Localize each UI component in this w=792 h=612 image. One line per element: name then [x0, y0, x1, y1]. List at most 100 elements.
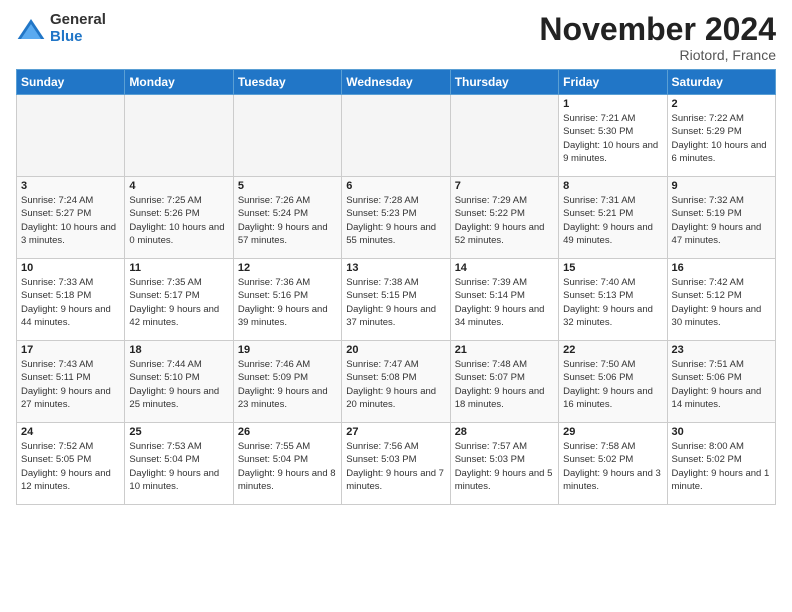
day-number: 9: [672, 180, 771, 192]
day-number: 1: [563, 98, 662, 110]
calendar-day-cell: 15 Sunrise: 7:40 AMSunset: 5:13 PMDayligh…: [559, 259, 667, 341]
calendar-day-cell: 20 Sunrise: 7:47 AMSunset: 5:08 PMDayligh…: [342, 341, 450, 423]
day-info: Sunrise: 7:35 AMSunset: 5:17 PMDaylight:…: [129, 276, 228, 329]
day-number: 24: [21, 426, 120, 438]
calendar-day-cell: 6 Sunrise: 7:28 AMSunset: 5:23 PMDaylight…: [342, 177, 450, 259]
calendar-day-cell: [342, 95, 450, 177]
day-number: 10: [21, 262, 120, 274]
day-number: 26: [238, 426, 337, 438]
calendar-day-cell: 28 Sunrise: 7:57 AMSunset: 5:03 PMDayligh…: [450, 423, 558, 505]
day-info: Sunrise: 7:32 AMSunset: 5:19 PMDaylight:…: [672, 194, 771, 247]
day-info: Sunrise: 7:43 AMSunset: 5:11 PMDaylight:…: [21, 358, 120, 411]
day-info: Sunrise: 7:48 AMSunset: 5:07 PMDaylight:…: [455, 358, 554, 411]
calendar-week-row: 1 Sunrise: 7:21 AMSunset: 5:30 PMDaylight…: [17, 95, 776, 177]
day-number: 22: [563, 344, 662, 356]
day-info: Sunrise: 7:52 AMSunset: 5:05 PMDaylight:…: [21, 440, 120, 493]
calendar-day-cell: [233, 95, 341, 177]
day-info: Sunrise: 7:55 AMSunset: 5:04 PMDaylight:…: [238, 440, 337, 493]
calendar-week-row: 17Sunrise: 7:43 AMSunset: 5:11 PMDayligh…: [17, 341, 776, 423]
day-info: Sunrise: 7:38 AMSunset: 5:15 PMDaylight:…: [346, 276, 445, 329]
calendar-week-row: 24 Sunrise: 7:52 AMSunset: 5:05 PMDayligh…: [17, 423, 776, 505]
day-number: 27: [346, 426, 445, 438]
day-number: 3: [21, 180, 120, 192]
day-number: 20: [346, 344, 445, 356]
calendar-day-cell: [125, 95, 233, 177]
calendar-day-cell: 22 Sunrise: 7:50 AMSunset: 5:06 PMDayligh…: [559, 341, 667, 423]
calendar-day-cell: 10 Sunrise: 7:33 AMSunset: 5:18 PMDayligh…: [17, 259, 125, 341]
calendar-header-friday: Friday: [559, 70, 667, 95]
calendar-day-cell: 13 Sunrise: 7:38 AMSunset: 5:15 PMDayligh…: [342, 259, 450, 341]
main-container: General Blue November 2024 Riotord, Fran…: [0, 0, 792, 513]
day-number: 12: [238, 262, 337, 274]
calendar-day-cell: 5Sunrise: 7:26 AMSunset: 5:24 PMDaylight…: [233, 177, 341, 259]
calendar-day-cell: 12 Sunrise: 7:36 AMSunset: 5:16 PMDayligh…: [233, 259, 341, 341]
day-number: 4: [129, 180, 228, 192]
calendar-day-cell: [450, 95, 558, 177]
day-number: 30: [672, 426, 771, 438]
day-info: Sunrise: 7:58 AMSunset: 5:02 PMDaylight:…: [563, 440, 662, 493]
day-info: Sunrise: 7:26 AMSunset: 5:24 PMDaylight:…: [238, 194, 337, 247]
day-info: Sunrise: 7:47 AMSunset: 5:08 PMDaylight:…: [346, 358, 445, 411]
day-number: 7: [455, 180, 554, 192]
logo-text: General Blue: [50, 12, 106, 45]
calendar-day-cell: 17Sunrise: 7:43 AMSunset: 5:11 PMDayligh…: [17, 341, 125, 423]
month-title: November 2024: [539, 12, 776, 47]
day-info: Sunrise: 7:22 AMSunset: 5:29 PMDaylight:…: [672, 112, 771, 165]
title-block: November 2024 Riotord, France: [539, 12, 776, 63]
day-info: Sunrise: 7:28 AMSunset: 5:23 PMDaylight:…: [346, 194, 445, 247]
calendar-day-cell: 30 Sunrise: 8:00 AMSunset: 5:02 PMDayligh…: [667, 423, 775, 505]
day-number: 25: [129, 426, 228, 438]
calendar-header-saturday: Saturday: [667, 70, 775, 95]
day-number: 28: [455, 426, 554, 438]
calendar-day-cell: 7 Sunrise: 7:29 AMSunset: 5:22 PMDaylight…: [450, 177, 558, 259]
day-info: Sunrise: 7:36 AMSunset: 5:16 PMDaylight:…: [238, 276, 337, 329]
calendar-day-cell: 16Sunrise: 7:42 AMSunset: 5:12 PMDayligh…: [667, 259, 775, 341]
day-info: Sunrise: 7:40 AMSunset: 5:13 PMDaylight:…: [563, 276, 662, 329]
day-number: 14: [455, 262, 554, 274]
day-info: Sunrise: 7:57 AMSunset: 5:03 PMDaylight:…: [455, 440, 554, 493]
day-info: Sunrise: 7:51 AMSunset: 5:06 PMDaylight:…: [672, 358, 771, 411]
day-info: Sunrise: 7:50 AMSunset: 5:06 PMDaylight:…: [563, 358, 662, 411]
day-info: Sunrise: 7:24 AMSunset: 5:27 PMDaylight:…: [21, 194, 120, 247]
day-info: Sunrise: 7:21 AMSunset: 5:30 PMDaylight:…: [563, 112, 662, 165]
logo-general-text: General: [50, 12, 106, 29]
day-info: Sunrise: 7:56 AMSunset: 5:03 PMDaylight:…: [346, 440, 445, 493]
calendar-day-cell: 26 Sunrise: 7:55 AMSunset: 5:04 PMDayligh…: [233, 423, 341, 505]
day-number: 19: [238, 344, 337, 356]
day-number: 8: [563, 180, 662, 192]
calendar-day-cell: 2 Sunrise: 7:22 AMSunset: 5:29 PMDaylight…: [667, 95, 775, 177]
calendar-day-cell: [17, 95, 125, 177]
calendar-header-wednesday: Wednesday: [342, 70, 450, 95]
calendar-day-cell: 14 Sunrise: 7:39 AMSunset: 5:14 PMDayligh…: [450, 259, 558, 341]
calendar-week-row: 10 Sunrise: 7:33 AMSunset: 5:18 PMDayligh…: [17, 259, 776, 341]
calendar-day-cell: 3 Sunrise: 7:24 AMSunset: 5:27 PMDaylight…: [17, 177, 125, 259]
calendar-day-cell: 1 Sunrise: 7:21 AMSunset: 5:30 PMDaylight…: [559, 95, 667, 177]
day-number: 6: [346, 180, 445, 192]
day-info: Sunrise: 7:29 AMSunset: 5:22 PMDaylight:…: [455, 194, 554, 247]
day-number: 2: [672, 98, 771, 110]
day-info: Sunrise: 8:00 AMSunset: 5:02 PMDaylight:…: [672, 440, 771, 493]
day-info: Sunrise: 7:46 AMSunset: 5:09 PMDaylight:…: [238, 358, 337, 411]
calendar-day-cell: 4Sunrise: 7:25 AMSunset: 5:26 PMDaylight…: [125, 177, 233, 259]
calendar-header-thursday: Thursday: [450, 70, 558, 95]
day-number: 21: [455, 344, 554, 356]
calendar-header-tuesday: Tuesday: [233, 70, 341, 95]
calendar-table: SundayMondayTuesdayWednesdayThursdayFrid…: [16, 69, 776, 505]
day-info: Sunrise: 7:33 AMSunset: 5:18 PMDaylight:…: [21, 276, 120, 329]
header: General Blue November 2024 Riotord, Fran…: [16, 12, 776, 63]
day-info: Sunrise: 7:31 AMSunset: 5:21 PMDaylight:…: [563, 194, 662, 247]
calendar-day-cell: 18Sunrise: 7:44 AMSunset: 5:10 PMDayligh…: [125, 341, 233, 423]
day-number: 15: [563, 262, 662, 274]
day-info: Sunrise: 7:53 AMSunset: 5:04 PMDaylight:…: [129, 440, 228, 493]
day-number: 13: [346, 262, 445, 274]
day-number: 23: [672, 344, 771, 356]
day-info: Sunrise: 7:42 AMSunset: 5:12 PMDaylight:…: [672, 276, 771, 329]
calendar-day-cell: 24 Sunrise: 7:52 AMSunset: 5:05 PMDayligh…: [17, 423, 125, 505]
day-info: Sunrise: 7:44 AMSunset: 5:10 PMDaylight:…: [129, 358, 228, 411]
location: Riotord, France: [539, 47, 776, 63]
calendar-header-monday: Monday: [125, 70, 233, 95]
calendar-day-cell: 11Sunrise: 7:35 AMSunset: 5:17 PMDayligh…: [125, 259, 233, 341]
calendar-day-cell: 23 Sunrise: 7:51 AMSunset: 5:06 PMDayligh…: [667, 341, 775, 423]
day-number: 29: [563, 426, 662, 438]
day-info: Sunrise: 7:39 AMSunset: 5:14 PMDaylight:…: [455, 276, 554, 329]
